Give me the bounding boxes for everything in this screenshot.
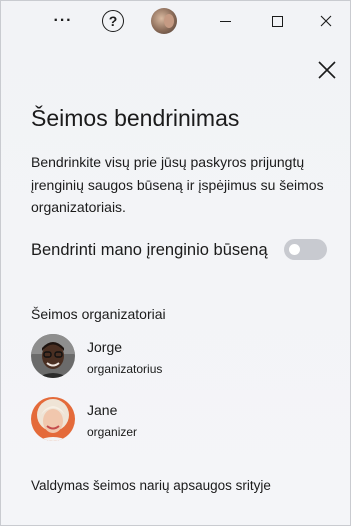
description-text: Bendrinkite visų prie jūsų paskyros prij… [31, 154, 324, 215]
minimize-icon [219, 20, 231, 22]
page-title: Šeimos bendrinimas [31, 105, 240, 131]
account-avatar [151, 8, 177, 34]
more-icon: ··· [53, 12, 73, 29]
family-sharing-window: ··· ? Šeimos bendrinimas Bendrinkite vis… [0, 0, 351, 526]
share-status-row: Bendrinti mano įrenginio būseną [31, 239, 331, 263]
more-options-button[interactable]: ··· [49, 7, 77, 35]
account-button[interactable] [150, 7, 178, 35]
member-role: organizatorius [87, 362, 163, 376]
member-item-jane[interactable]: Jane organizer [31, 397, 331, 447]
close-icon [320, 15, 332, 27]
share-status-label: Bendrinti mano įrenginio būseną [31, 241, 268, 259]
avatar-image-jane [31, 397, 75, 441]
help-button[interactable]: ? [99, 7, 127, 35]
manage-family-protection-link[interactable]: Valdymas šeimos narių apsaugos srityje [31, 478, 271, 493]
title-bar: ··· ? [1, 1, 350, 41]
maximize-icon [271, 15, 283, 27]
maximize-button[interactable] [263, 7, 291, 35]
close-icon [318, 61, 336, 79]
pane-close-button[interactable] [312, 55, 342, 85]
share-status-toggle[interactable] [284, 239, 327, 260]
avatar [31, 397, 75, 441]
avatar [31, 334, 75, 378]
member-name: Jane [87, 402, 118, 418]
window-close-button[interactable] [312, 7, 340, 35]
help-icon: ? [102, 10, 124, 32]
minimize-button[interactable] [211, 7, 239, 35]
member-item-jorge[interactable]: Jorge organizatorius [31, 334, 331, 384]
member-name: Jorge [87, 339, 123, 355]
section-title: Šeimos organizatoriai [31, 306, 166, 322]
help-glyph: ? [108, 13, 118, 29]
member-role: organizer [87, 425, 138, 439]
avatar-image-jorge [31, 334, 75, 378]
toggle-knob [289, 244, 300, 255]
